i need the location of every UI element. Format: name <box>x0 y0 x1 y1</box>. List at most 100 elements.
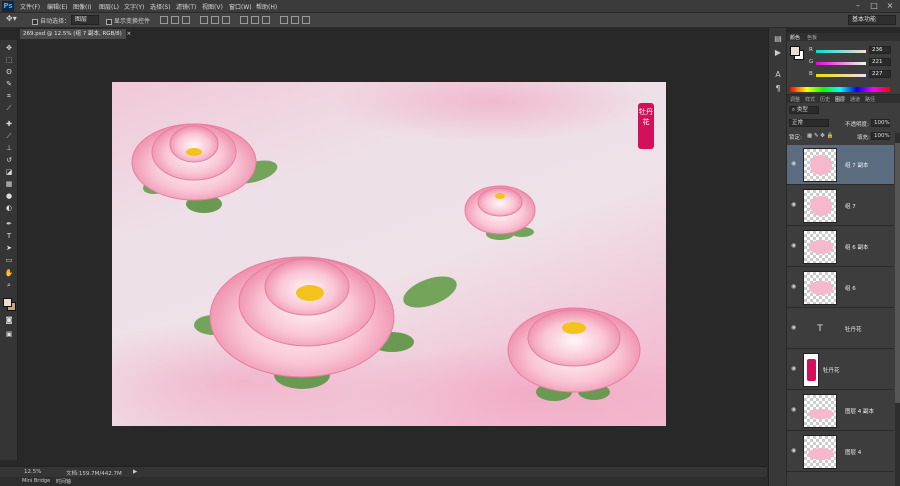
visibility-eye-icon[interactable]: ◉ <box>791 202 798 208</box>
tab-history[interactable]: 历史 <box>820 96 830 103</box>
visibility-eye-icon[interactable]: ◉ <box>791 366 798 372</box>
status-menu-arrow[interactable]: ▶ <box>133 469 137 475</box>
document-canvas[interactable]: 牡丹花 <box>112 82 666 426</box>
tab-color[interactable]: 颜色 <box>790 34 800 41</box>
visibility-eye-icon[interactable]: ◉ <box>791 325 798 331</box>
green-slider[interactable]: G 221 <box>809 58 895 67</box>
layer-row[interactable]: ◉ 组 7 <box>787 186 894 226</box>
history-panel-icon[interactable]: ▤ <box>773 34 783 44</box>
actions-panel-icon[interactable]: ▶ <box>773 48 783 58</box>
close-tab-icon[interactable]: × <box>127 31 132 37</box>
visibility-eye-icon[interactable]: ◉ <box>791 407 798 413</box>
align-hcenter-icon[interactable] <box>211 16 219 24</box>
character-panel-icon[interactable]: A <box>773 70 783 80</box>
layer-row[interactable]: ◉ 图层 4 <box>787 432 894 472</box>
blue-track[interactable] <box>816 74 866 77</box>
screen-mode-icon[interactable]: ▣ <box>4 330 14 339</box>
distribute-top-icon[interactable] <box>240 16 248 24</box>
gradient-icon[interactable]: ▦ <box>4 180 14 189</box>
layer-row[interactable]: ◉ 组 7 副本 <box>787 145 894 185</box>
align-left-icon[interactable] <box>200 16 208 24</box>
distribute-bottom-icon[interactable] <box>262 16 270 24</box>
tab-swatches[interactable]: 色板 <box>807 34 817 41</box>
layer-row[interactable]: ◉ 组 6 副本 <box>787 227 894 267</box>
auto-select-checkbox[interactable]: 自动选择： <box>32 16 70 25</box>
layer-row[interactable]: ◉ 组 6 <box>787 268 894 308</box>
show-transform-checkbox[interactable]: 显示变换控件 <box>106 16 150 25</box>
eraser-icon[interactable]: ◪ <box>4 168 14 177</box>
layer-row[interactable]: ◉ 牡丹花 <box>787 350 894 390</box>
timeline-tab[interactable]: 时间轴 <box>56 478 71 485</box>
fill-field[interactable]: 100% <box>871 132 890 140</box>
color-spectrum-ramp[interactable] <box>790 87 890 92</box>
history-brush-icon[interactable]: ↺ <box>4 156 14 165</box>
distribute-left-icon[interactable] <box>280 16 288 24</box>
menu-view[interactable]: 视图(V) <box>202 2 223 11</box>
menu-help[interactable]: 帮助(H) <box>256 2 277 11</box>
menu-window[interactable]: 窗口(W) <box>229 2 252 11</box>
distribute-right-icon[interactable] <box>302 16 310 24</box>
blue-value-field[interactable]: 227 <box>869 70 891 78</box>
layer-row[interactable]: ◉ T 牡丹花 <box>787 309 894 349</box>
move-icon[interactable]: ✥ <box>4 44 14 53</box>
opacity-field[interactable]: 100% <box>871 119 890 127</box>
layers-scrollbar-thumb[interactable] <box>895 143 900 403</box>
brush-icon[interactable]: ⟋ <box>4 132 14 141</box>
healing-icon[interactable]: ✚ <box>4 120 14 129</box>
tab-layers[interactable]: 图层 <box>835 96 845 103</box>
red-track[interactable] <box>816 50 866 53</box>
crop-icon[interactable]: ⌗ <box>4 92 14 101</box>
shape-icon[interactable]: ▭ <box>4 256 14 265</box>
marquee-icon[interactable]: ⬚ <box>4 56 14 65</box>
align-right-icon[interactable] <box>222 16 230 24</box>
visibility-eye-icon[interactable]: ◉ <box>791 161 798 167</box>
visibility-eye-icon[interactable]: ◉ <box>791 243 798 249</box>
menu-image[interactable]: 图像(I) <box>73 2 91 11</box>
foreground-color-swatch[interactable] <box>3 298 12 307</box>
auto-select-dropdown[interactable]: 图层 <box>71 15 99 25</box>
document-tab[interactable]: 269.psd @ 12.5% (组 7 副本, RGB/8) × <box>20 29 131 39</box>
layer-row[interactable]: ◉ 图层 4 副本 <box>787 391 894 431</box>
visibility-eye-icon[interactable]: ◉ <box>791 448 798 454</box>
panel-foreground-swatch[interactable] <box>790 46 800 56</box>
tab-channels[interactable]: 通道 <box>850 96 860 103</box>
zoom-icon[interactable]: ⌕ <box>4 281 14 290</box>
tab-adjustments[interactable]: 调整 <box>790 96 800 103</box>
maximize-button[interactable]: □ <box>868 2 880 11</box>
distribute-hcenter-icon[interactable] <box>291 16 299 24</box>
workspace-dropdown[interactable]: 基本功能 <box>848 15 896 25</box>
zoom-level[interactable]: 12.5% <box>24 469 41 475</box>
menu-select[interactable]: 选择(S) <box>150 2 171 11</box>
green-value-field[interactable]: 221 <box>869 58 891 66</box>
blend-mode-dropdown[interactable]: 正常 <box>789 119 829 127</box>
menu-filter[interactable]: 滤镜(T) <box>176 2 196 11</box>
close-window-button[interactable]: × <box>884 2 896 11</box>
type-icon[interactable]: T <box>4 232 14 241</box>
dodge-icon[interactable]: ◐ <box>4 204 14 213</box>
visibility-eye-icon[interactable]: ◉ <box>791 284 798 290</box>
paragraph-panel-icon[interactable]: ¶ <box>773 84 783 94</box>
minimize-button[interactable]: – <box>852 2 864 11</box>
lasso-icon[interactable]: ʘ <box>4 68 14 77</box>
menu-type[interactable]: 文字(Y) <box>124 2 144 11</box>
blur-icon[interactable]: ● <box>4 192 14 201</box>
tab-paths[interactable]: 路径 <box>865 96 875 103</box>
tab-styles[interactable]: 样式 <box>805 96 815 103</box>
path-select-icon[interactable]: ➤ <box>4 244 14 253</box>
mini-bridge-tab[interactable]: Mini Bridge <box>22 478 50 484</box>
hand-icon[interactable]: ✋ <box>4 269 14 278</box>
menu-file[interactable]: 文件(F) <box>20 2 40 11</box>
layers-scrollbar[interactable] <box>895 133 900 486</box>
align-top-icon[interactable] <box>160 16 168 24</box>
quick-select-icon[interactable]: ✎ <box>4 80 14 89</box>
eyedropper-icon[interactable]: ⟋ <box>4 104 14 113</box>
quick-mask-icon[interactable]: ◙ <box>4 316 14 325</box>
red-value-field[interactable]: 236 <box>869 46 891 54</box>
red-slider[interactable]: R 236 <box>809 46 895 55</box>
align-vcenter-icon[interactable] <box>171 16 179 24</box>
layer-filter-dropdown[interactable]: ⌕ 类型 <box>789 106 819 114</box>
distribute-vcenter-icon[interactable] <box>251 16 259 24</box>
green-track[interactable] <box>816 62 866 65</box>
menu-layer[interactable]: 图层(L) <box>99 2 119 11</box>
menu-edit[interactable]: 编辑(E) <box>47 2 67 11</box>
